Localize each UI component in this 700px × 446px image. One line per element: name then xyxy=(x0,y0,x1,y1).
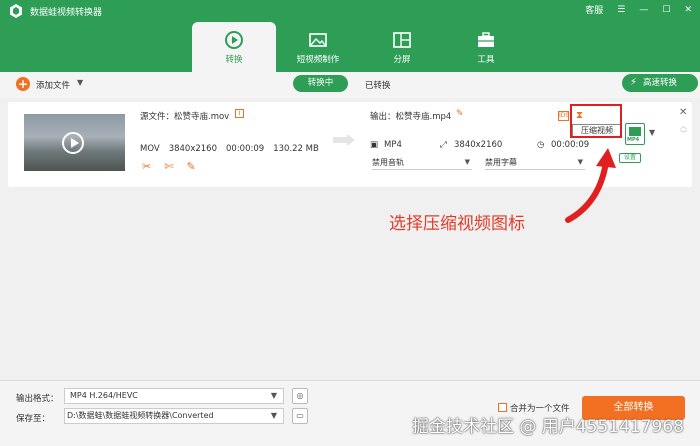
play-icon[interactable] xyxy=(62,132,84,154)
tab-split-label: 分屏 xyxy=(393,55,411,65)
clock-icon: ◷ xyxy=(537,140,545,150)
toolbar xyxy=(0,72,700,98)
tab-convert[interactable]: 转换 xyxy=(192,22,276,72)
app-logo-icon xyxy=(10,4,22,18)
chevron-down-icon[interactable]: ▼ xyxy=(649,128,655,137)
main-tabs: 转换 短视频制作 分屏 工具 xyxy=(192,22,528,72)
menu-icon[interactable]: ☰ xyxy=(617,5,625,15)
chevron-down-icon: ▼ xyxy=(464,158,470,166)
source-size: 130.22 MB xyxy=(273,144,319,154)
subtitle-value: 禁用字幕 xyxy=(485,158,517,167)
edit-tools: ✂ ✄ ✎ xyxy=(142,160,196,173)
save-path-select[interactable]: D:\数据蛙\数据蛙视频转换器\Converted ▼ xyxy=(64,408,284,424)
converting-tab[interactable]: 转换中 xyxy=(293,75,348,92)
tab-tools[interactable]: 工具 xyxy=(444,22,528,72)
source-info: MOV 3840x2160 00:00:09 130.22 MB xyxy=(140,144,328,154)
image-icon xyxy=(309,33,327,47)
output-format: MP4 xyxy=(384,140,402,150)
highlight-box xyxy=(570,104,622,138)
edit-icon[interactable]: ✎ xyxy=(186,160,195,173)
window-controls: 客服 ☰ — ☐ ✕ xyxy=(585,3,692,17)
tab-short-video[interactable]: 短视频制作 xyxy=(276,22,360,72)
chevron-up-icon[interactable]: ︿ xyxy=(680,122,687,130)
film-icon: ▣ xyxy=(370,140,379,150)
output-resolution: 3840x2160 xyxy=(454,140,503,150)
chevron-down-icon: ▼ xyxy=(270,391,277,400)
high-speed-label: 高速转换 xyxy=(643,78,678,88)
output-filename: 输出：松赞寺庙.mp4 xyxy=(370,112,452,122)
ids-icon[interactable]: IDS xyxy=(558,111,569,121)
output-format-label: 输出格式： xyxy=(16,394,59,404)
add-file-icon[interactable]: + xyxy=(16,77,30,91)
chevron-down-icon[interactable]: ▼ xyxy=(77,78,83,87)
chevron-down-icon: ▼ xyxy=(270,411,277,420)
save-path-value: D:\数据蛙\数据蛙视频转换器\Converted xyxy=(67,411,214,420)
film-icon xyxy=(629,127,641,136)
output-format-badge[interactable]: MP4 xyxy=(625,123,645,145)
app-title: 数据蛙视频转换器 xyxy=(30,8,103,18)
source-format: MOV xyxy=(140,144,160,154)
maximize-icon[interactable]: ☐ xyxy=(662,5,670,15)
high-speed-button[interactable]: ⚡ 高速转换 xyxy=(622,74,698,92)
close-icon[interactable]: ✕ xyxy=(684,5,692,15)
audio-track-value: 禁用音轨 xyxy=(372,158,404,167)
settings-button[interactable]: 设置 xyxy=(619,153,641,163)
badge-text: MP4 xyxy=(627,137,640,143)
magic-wand-icon[interactable]: ✂ xyxy=(142,160,151,173)
scissors-icon[interactable]: ✄ xyxy=(164,160,173,173)
info-icon[interactable]: i xyxy=(235,109,244,118)
toolbox-icon xyxy=(478,32,494,47)
split-icon xyxy=(393,32,411,48)
add-file-button[interactable]: 添加文件 xyxy=(36,79,70,91)
annotation-text: 选择压缩视频图标 xyxy=(389,214,525,234)
tab-split-screen[interactable]: 分屏 xyxy=(360,22,444,72)
convert-icon xyxy=(225,31,243,49)
remove-file-icon[interactable]: ✕ xyxy=(679,107,687,118)
arrow-right-icon xyxy=(333,134,355,146)
bolt-icon: ⚡ xyxy=(630,77,638,88)
watermark: 掘金技术社区 @ 用户4551417968 xyxy=(412,417,684,437)
chevron-down-icon[interactable]: ﹀ xyxy=(680,130,687,138)
source-duration: 00:00:09 xyxy=(226,144,265,154)
save-to-label: 保存至： xyxy=(16,414,51,424)
rename-icon[interactable]: ✎ xyxy=(456,109,464,119)
output-format-select[interactable]: MP4 H.264/HEVC ▼ xyxy=(64,388,284,404)
converted-tab[interactable]: 已转换 xyxy=(365,79,391,91)
annotation-arrow-icon xyxy=(565,148,616,223)
tab-short-video-label: 短视频制作 xyxy=(296,55,340,65)
merge-checkbox[interactable] xyxy=(498,403,507,412)
sort-arrows[interactable]: ︿ ﹀ xyxy=(680,122,687,138)
output-format-value: MP4 H.264/HEVC xyxy=(70,391,138,400)
resolution-icon: ⤢ xyxy=(440,140,447,150)
tab-tools-label: 工具 xyxy=(477,55,495,65)
source-filename: 源文件：松赞寺庙.mov xyxy=(140,112,230,122)
video-thumbnail[interactable] xyxy=(24,114,125,171)
tab-convert-label: 转换 xyxy=(225,55,243,65)
support-button[interactable]: 客服 xyxy=(585,3,603,16)
folder-icon[interactable]: ▭ xyxy=(292,408,308,424)
source-resolution: 3840x2160 xyxy=(168,144,217,154)
format-settings-icon[interactable]: ◎ xyxy=(292,388,308,404)
audio-track-select[interactable]: 禁用音轨 ▼ xyxy=(372,157,472,170)
minimize-icon[interactable]: — xyxy=(639,5,648,15)
